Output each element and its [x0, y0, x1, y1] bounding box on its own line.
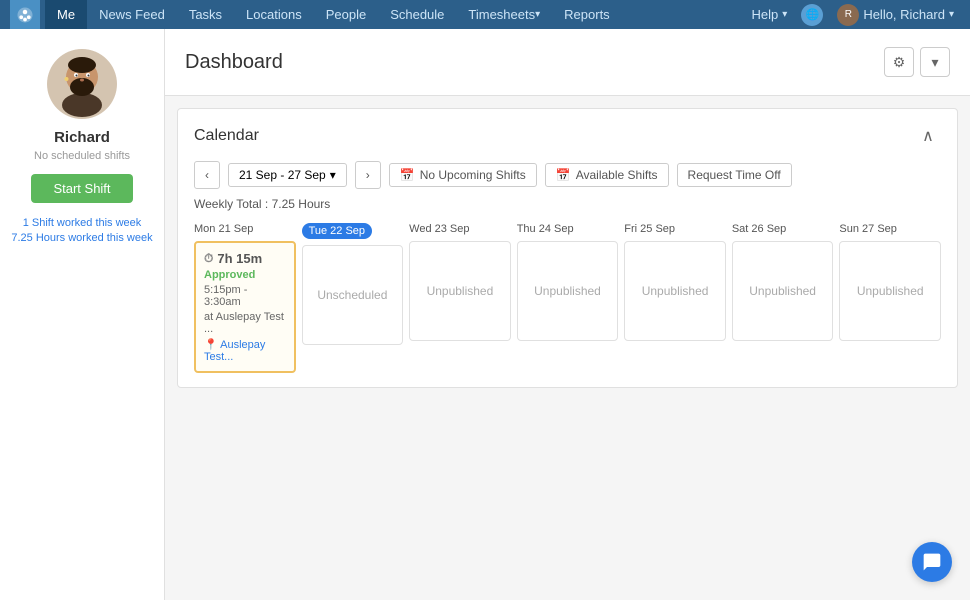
day-card-sat[interactable]: Unpublished: [732, 241, 834, 341]
day-col-thu: Thu 24 Sep Unpublished: [517, 223, 619, 373]
weekly-total: Weekly Total : 7.25 Hours: [194, 197, 941, 211]
main-content: Dashboard ⚙ ▾ Calendar ∧ ‹ 21 Sep - 27 S…: [165, 29, 970, 600]
calendar-section: Calendar ∧ ‹ 21 Sep - 27 Sep ▾ › 📅 No Up…: [177, 108, 958, 388]
nav-item-me[interactable]: Me: [45, 0, 87, 29]
shift-status: Approved: [204, 269, 255, 281]
day-col-fri: Fri 25 Sep Unpublished: [624, 223, 726, 373]
nav-item-locations[interactable]: Locations: [234, 0, 314, 29]
shift-card-mon[interactable]: ⏱ 7h 15m Approved 5:15pm - 3:30am at Aus…: [194, 241, 296, 373]
available-label: Available Shifts: [576, 168, 658, 182]
prev-week-button[interactable]: ‹: [194, 161, 220, 189]
day-col-tue: Tue 22 Sep Unscheduled: [302, 223, 404, 373]
user-avatar-small: R: [837, 4, 859, 26]
top-nav: Me News Feed Tasks Locations People Sche…: [0, 0, 970, 29]
nav-logo[interactable]: [10, 0, 40, 29]
no-upcoming-label: No Upcoming Shifts: [420, 168, 526, 182]
calendar-header: Calendar ∧: [194, 123, 941, 149]
calendar-controls: ‹ 21 Sep - 27 Sep ▾ › 📅 No Upcoming Shif…: [194, 161, 941, 189]
sidebar-username: Richard: [54, 129, 110, 146]
date-range-arrow-icon: ▾: [330, 168, 336, 182]
day-header-sat: Sat 26 Sep: [732, 223, 834, 235]
sidebar-stat-hours[interactable]: 7.25 Hours worked this week: [11, 232, 152, 244]
day-col-sat: Sat 26 Sep Unpublished: [732, 223, 834, 373]
day-header-sun: Sun 27 Sep: [839, 223, 941, 235]
dashboard-actions: ⚙ ▾: [884, 47, 950, 77]
nav-item-tasks[interactable]: Tasks: [177, 0, 234, 29]
main-layout: Richard No scheduled shifts Start Shift …: [0, 29, 970, 600]
unscheduled-label: Unscheduled: [317, 288, 387, 302]
day-header-tue: Tue 22 Sep: [302, 223, 404, 239]
hello-label: Hello, Richard: [863, 7, 945, 22]
no-upcoming-shifts-button[interactable]: 📅 No Upcoming Shifts: [389, 163, 537, 187]
day-col-mon: Mon 21 Sep ⏱ 7h 15m Approved 5:15pm - 3:…: [194, 223, 296, 373]
unpublished-label-sat: Unpublished: [749, 284, 816, 298]
help-menu[interactable]: Help ▾: [746, 7, 794, 22]
start-shift-button[interactable]: Start Shift: [31, 174, 132, 203]
date-range-label: 21 Sep - 27 Sep: [239, 168, 326, 182]
dashboard-header: Dashboard ⚙ ▾: [165, 29, 970, 96]
shift-location[interactable]: 📍 Auslepay Test...: [204, 338, 286, 363]
unpublished-label-sun: Unpublished: [857, 284, 924, 298]
page-title: Dashboard: [185, 51, 283, 74]
calendar-title: Calendar: [194, 127, 259, 145]
day-col-wed: Wed 23 Sep Unpublished: [409, 223, 511, 373]
day-card-thu[interactable]: Unpublished: [517, 241, 619, 341]
day-card-tue[interactable]: Unscheduled: [302, 245, 404, 345]
user-menu[interactable]: R Hello, Richard ▾: [831, 4, 960, 26]
sidebar-stat-shifts[interactable]: 1 Shift worked this week: [23, 217, 142, 229]
shift-time: 5:15pm - 3:30am: [204, 284, 286, 308]
day-col-sun: Sun 27 Sep Unpublished: [839, 223, 941, 373]
nav-item-newsfeed[interactable]: News Feed: [87, 0, 177, 29]
request-off-label: Request Time Off: [688, 168, 781, 182]
help-arrow-icon: ▾: [782, 9, 787, 20]
nav-item-schedule[interactable]: Schedule: [378, 0, 456, 29]
nav-item-people[interactable]: People: [314, 0, 378, 29]
unpublished-label-thu: Unpublished: [534, 284, 601, 298]
request-time-off-button[interactable]: Request Time Off: [677, 163, 792, 187]
user-arrow-icon: ▾: [949, 9, 954, 20]
day-grid: Mon 21 Sep ⏱ 7h 15m Approved 5:15pm - 3:…: [194, 223, 941, 373]
available-shifts-button[interactable]: 📅 Available Shifts: [545, 163, 669, 187]
shift-duration: ⏱ 7h 15m: [204, 251, 262, 266]
calendar-icon: 📅: [400, 168, 415, 182]
dropdown-icon-btn[interactable]: ▾: [920, 47, 950, 77]
day-card-wed[interactable]: Unpublished: [409, 241, 511, 341]
nav-right: Help ▾ 🌐 R Hello, Richard ▾: [746, 4, 960, 26]
today-badge: Tue 22 Sep: [302, 223, 372, 239]
nav-left: Me News Feed Tasks Locations People Sche…: [10, 0, 622, 29]
sidebar: Richard No scheduled shifts Start Shift …: [0, 29, 165, 600]
collapse-button[interactable]: ∧: [915, 123, 941, 149]
user-avatar: [47, 49, 117, 119]
next-week-button[interactable]: ›: [355, 161, 381, 189]
day-header-fri: Fri 25 Sep: [624, 223, 726, 235]
unpublished-label-wed: Unpublished: [427, 284, 494, 298]
day-header-wed: Wed 23 Sep: [409, 223, 511, 235]
available-icon: 📅: [556, 168, 571, 182]
chat-bubble-button[interactable]: [912, 542, 952, 582]
unpublished-label-fri: Unpublished: [642, 284, 709, 298]
shift-at: at Auslepay Test ...: [204, 311, 286, 335]
day-card-fri[interactable]: Unpublished: [624, 241, 726, 341]
nav-item-reports[interactable]: Reports: [552, 0, 622, 29]
day-card-sun[interactable]: Unpublished: [839, 241, 941, 341]
settings-icon-btn[interactable]: ⚙: [884, 47, 914, 77]
pin-icon: 📍: [204, 339, 218, 351]
date-range-button[interactable]: 21 Sep - 27 Sep ▾: [228, 163, 347, 187]
help-label: Help: [752, 7, 779, 22]
nav-item-timesheets[interactable]: Timesheets: [456, 0, 552, 29]
globe-icon[interactable]: 🌐: [801, 4, 823, 26]
sidebar-status: No scheduled shifts: [34, 150, 130, 162]
day-header-thu: Thu 24 Sep: [517, 223, 619, 235]
day-header-mon: Mon 21 Sep: [194, 223, 296, 235]
clock-icon: ⏱: [204, 251, 213, 266]
